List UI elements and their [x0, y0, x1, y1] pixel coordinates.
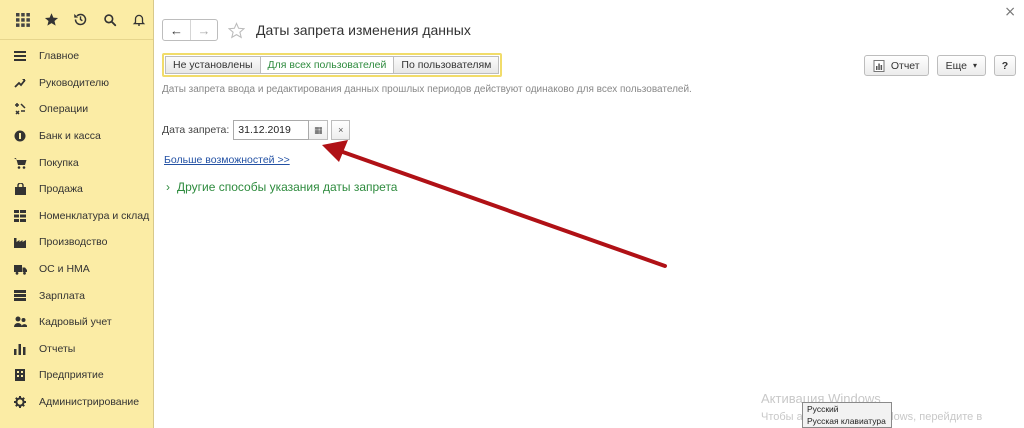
main-content: × ← → Даты запрета изменения данных Не у…: [155, 0, 1024, 428]
chevron-right-icon: ›: [166, 180, 170, 194]
sidebar-item-label: Зарплата: [39, 289, 85, 302]
warehouse-icon: [13, 209, 27, 223]
sidebar-item-label: Операции: [39, 103, 89, 116]
chevron-down-icon: ▾: [972, 61, 977, 70]
sidebar-item-label: Номенклатура и склад: [39, 209, 150, 222]
factory-icon: [13, 235, 27, 249]
date-row: Дата запрета: ▦ ×: [162, 120, 351, 140]
sidebar-item-reports[interactable]: Отчеты: [0, 336, 153, 363]
report-button-label: Отчет: [890, 59, 920, 72]
language-popup: Русский Русская клавиатура: [802, 402, 892, 428]
close-icon[interactable]: ×: [1004, 4, 1016, 20]
sidebar-item-bank[interactable]: Банк и касса: [0, 123, 153, 150]
clear-date-button[interactable]: ×: [331, 120, 351, 140]
sidebar-item-label: Руководителю: [39, 76, 110, 89]
description-text: Даты запрета ввода и редактирования данн…: [162, 84, 692, 95]
more-button[interactable]: Еще ▾: [936, 55, 986, 76]
people-icon: [13, 315, 27, 329]
sidebar-item-label: Банк и касса: [39, 130, 101, 143]
mode-not-set-button[interactable]: Не установлены: [165, 56, 261, 74]
date-label: Дата запрета:: [162, 124, 230, 136]
bell-icon[interactable]: [124, 7, 153, 33]
sidebar-item-production[interactable]: Производство: [0, 229, 153, 256]
more-options-link[interactable]: Больше возможностей >>: [164, 154, 290, 166]
title-bar: ← → Даты запрета изменения данных: [162, 19, 471, 41]
forward-button[interactable]: →: [190, 20, 217, 40]
sidebar-item-purchase[interactable]: Покупка: [0, 149, 153, 176]
gear-icon: [13, 395, 27, 409]
sidebar-item-label: ОС и НМА: [39, 263, 90, 276]
more-button-label: Еще: [945, 59, 967, 72]
history-icon[interactable]: [66, 7, 95, 33]
other-ways-label: Другие способы указания даты запрета: [177, 180, 398, 194]
sidebar-item-warehouse[interactable]: Номенклатура и склад: [0, 203, 153, 230]
trend-icon: [13, 76, 27, 90]
bar-chart-icon: [13, 342, 27, 356]
mode-by-user-button[interactable]: По пользователям: [393, 56, 500, 74]
salary-icon: [13, 289, 27, 303]
sidebar-item-sales[interactable]: Продажа: [0, 176, 153, 203]
mode-all-users-button[interactable]: Для всех пользователей: [259, 56, 395, 74]
date-input[interactable]: [233, 120, 310, 140]
back-button[interactable]: ←: [163, 20, 190, 40]
apps-grid-icon[interactable]: [8, 7, 37, 33]
sidebar-item-label: Предприятие: [39, 369, 104, 382]
sidebar-item-salary[interactable]: Зарплата: [0, 282, 153, 309]
keyboard-label[interactable]: Русская клавиатура: [803, 415, 891, 427]
sidebar-item-operations[interactable]: Операции: [0, 96, 153, 123]
search-icon[interactable]: [95, 7, 124, 33]
truck-icon: [13, 262, 27, 276]
sidebar-menu: Главное Руководителю Операции Банк и кас…: [0, 40, 153, 415]
sidebar-item-hr[interactable]: Кадровый учет: [0, 309, 153, 336]
toolbar-right: Отчет Еще ▾ ?: [863, 55, 1016, 76]
bag-icon: [13, 182, 27, 196]
nav-buttons: ← →: [162, 19, 218, 41]
favorite-star-icon[interactable]: [227, 21, 245, 39]
sidebar-top-icons: [0, 0, 153, 40]
other-ways-group[interactable]: › Другие способы указания даты запрета: [166, 180, 397, 194]
sidebar-item-label: Отчеты: [39, 342, 76, 355]
report-button[interactable]: Отчет: [863, 55, 929, 76]
sidebar-item-label: Покупка: [39, 156, 79, 169]
sidebar-item-label: Продажа: [39, 183, 83, 196]
sidebar-item-manager[interactable]: Руководителю: [0, 70, 153, 97]
cart-icon: [13, 156, 27, 170]
sidebar-item-admin[interactable]: Администрирование: [0, 389, 153, 416]
star-icon[interactable]: [37, 7, 66, 33]
page-title: Даты запрета изменения данных: [256, 22, 471, 38]
sidebar-item-main[interactable]: Главное: [0, 43, 153, 70]
calendar-icon[interactable]: ▦: [309, 120, 329, 140]
sidebar-item-enterprise[interactable]: Предприятие: [0, 362, 153, 389]
language-label[interactable]: Русский: [803, 403, 891, 415]
operations-icon: [13, 102, 27, 116]
sidebar-item-label: Кадровый учет: [39, 316, 112, 329]
hamburger-icon: [13, 49, 27, 63]
building-icon: [13, 368, 27, 382]
sidebar-item-label: Главное: [39, 50, 80, 63]
sidebar-item-label: Администрирование: [39, 396, 140, 409]
report-icon: [873, 59, 885, 72]
coin-icon: [13, 129, 27, 143]
help-button[interactable]: ?: [994, 55, 1016, 76]
mode-switch: Не установлены Для всех пользователей По…: [162, 53, 503, 77]
sidebar: Главное Руководителю Операции Банк и кас…: [0, 0, 154, 428]
sidebar-item-assets[interactable]: ОС и НМА: [0, 256, 153, 283]
sidebar-item-label: Производство: [39, 236, 108, 249]
